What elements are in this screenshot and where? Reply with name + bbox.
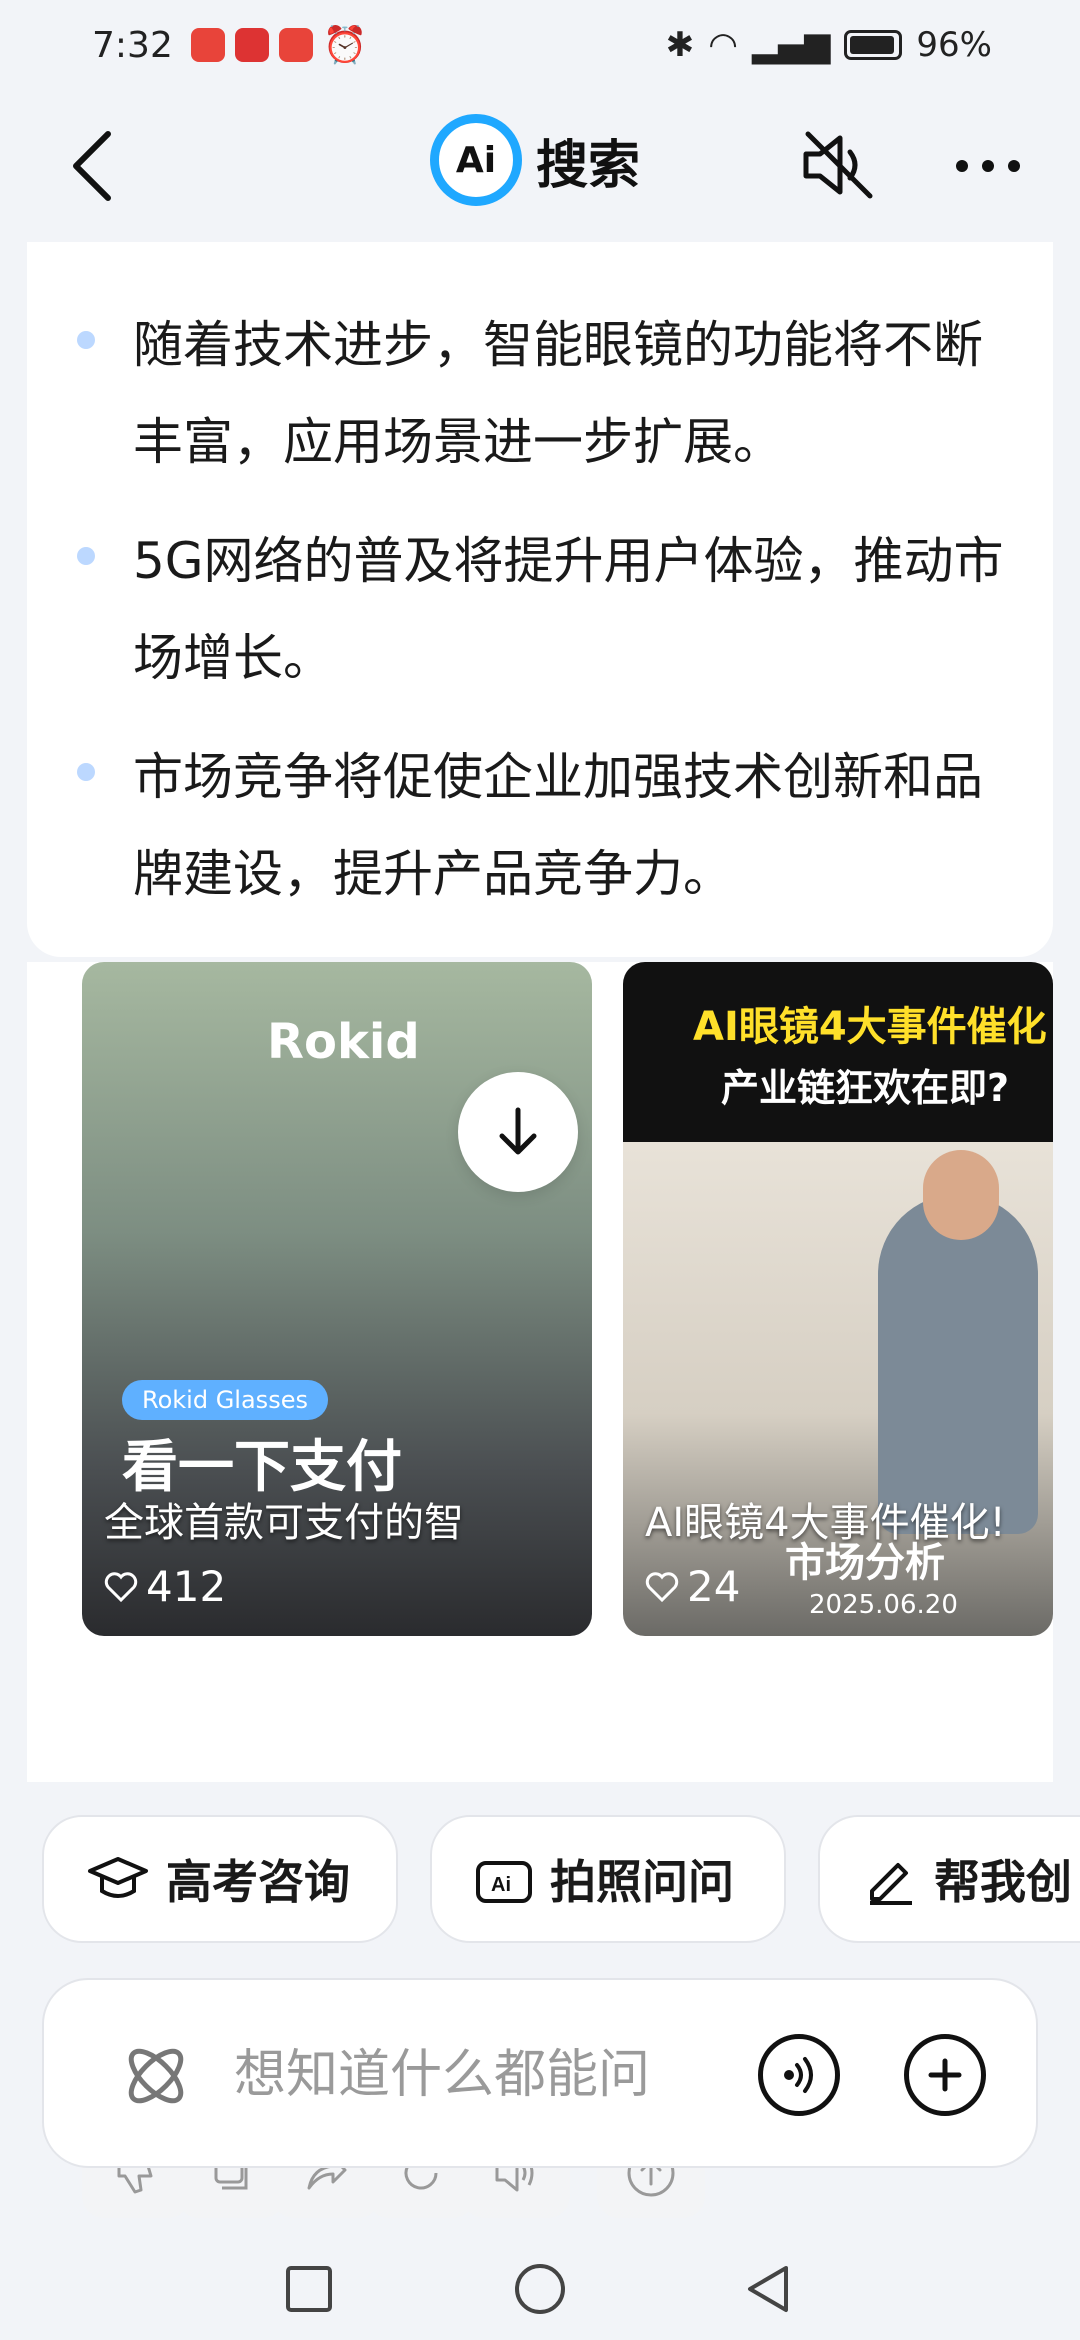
- chevron-left-icon: [73, 131, 111, 201]
- voice-button[interactable]: [758, 2034, 840, 2116]
- back-button[interactable]: [60, 128, 130, 204]
- recent-apps-button[interactable]: [284, 2264, 334, 2314]
- list-item: 市场竞争将促使企业加强技术创新和品牌建设，提升产品竞争力。: [77, 729, 1013, 923]
- video-banner: [623, 962, 1053, 1142]
- header: Ai 搜索: [0, 100, 1080, 230]
- mute-button[interactable]: [800, 130, 876, 200]
- video-brand: Rokid: [267, 1014, 420, 1070]
- voice-wave-icon: [784, 2057, 813, 2093]
- speaker-muted-icon: [803, 131, 873, 199]
- bullet-text: 5G网络的普及将提升用户体验，推动市场增长。: [133, 532, 1004, 687]
- list-item: 随着技术进步，智能眼镜的功能将不断丰富，应用场景进一步扩展。: [77, 297, 1013, 491]
- video-headline: AI眼镜4大事件催化: [693, 1004, 1047, 1050]
- svg-text:Ai: Ai: [491, 1874, 511, 1896]
- add-button[interactable]: [904, 2034, 986, 2116]
- brand: Ai 搜索: [430, 114, 640, 206]
- chip-photo-ask[interactable]: Ai 拍照问问: [430, 1815, 786, 1943]
- more-icon: [956, 160, 1020, 172]
- like-count: 412: [146, 1562, 227, 1611]
- graduation-cap-icon: [88, 1857, 148, 1898]
- notification-icon: [234, 28, 269, 62]
- chip-label: 帮我创: [934, 1855, 1072, 1909]
- home-button[interactable]: [513, 2262, 567, 2316]
- list-item: 5G网络的普及将提升用户体验，推动市场增长。: [77, 513, 1013, 707]
- bullet-text: 随着技术进步，智能眼镜的功能将不断丰富，应用场景进一步扩展。: [133, 316, 983, 471]
- ai-logo-icon: Ai: [430, 114, 522, 206]
- heart-icon: [104, 1571, 138, 1602]
- video-likes: 24: [645, 1562, 740, 1611]
- arrow-down-icon: [499, 1107, 537, 1155]
- status-right: ✱ ◠ ▂▄▆ 96%: [666, 25, 992, 65]
- video-card[interactable]: Rokid Rokid Glasses 看一下支付 全球首款可支付的智 412: [82, 962, 592, 1636]
- alarm-icon: ⏰: [322, 25, 368, 66]
- bullet-icon: [77, 763, 95, 781]
- thumbnail-person-head: [923, 1150, 999, 1240]
- chat-input-bar: [42, 1978, 1038, 2168]
- status-time: 7:32: [92, 24, 173, 66]
- wifi-icon: ◠: [708, 25, 738, 65]
- bullet-icon: [77, 331, 95, 349]
- thumbnail-person: [878, 1194, 1038, 1534]
- chip-label: 高考咨询: [166, 1855, 350, 1909]
- pen-icon: [870, 1863, 912, 1905]
- back-nav-button[interactable]: [742, 2262, 796, 2316]
- signal-icon: ▂▄▆: [751, 25, 831, 65]
- search-input[interactable]: [234, 2030, 754, 2120]
- status-left: 7:32 ⏰: [92, 24, 368, 67]
- notification-icon: [278, 28, 313, 62]
- video-likes: 412: [104, 1562, 226, 1611]
- bluetooth-icon: ✱: [665, 25, 695, 65]
- bullet-icon: [77, 547, 95, 565]
- more-button[interactable]: [950, 146, 1026, 186]
- scroll-down-button[interactable]: [458, 1072, 578, 1192]
- battery-percent: 96%: [916, 25, 992, 65]
- video-date: 2025.06.20: [809, 1590, 958, 1620]
- notification-icon: [190, 28, 225, 62]
- chip-create[interactable]: 帮我创: [818, 1815, 1080, 1943]
- answer-card: 随着技术进步，智能眼镜的功能将不断丰富，应用场景进一步扩展。 5G网络的普及将提…: [27, 242, 1053, 957]
- video-tag: Rokid Glasses: [122, 1380, 328, 1420]
- chip-gaokao[interactable]: 高考咨询: [42, 1815, 398, 1943]
- camera-ai-icon: Ai: [476, 1861, 532, 1903]
- video-card[interactable]: AI眼镜4大事件催化 产业链狂欢在即? AI眼镜4大事件催化! 市场分析 202…: [623, 962, 1053, 1636]
- chip-label: 拍照问问: [550, 1855, 734, 1909]
- page-title: 搜索: [536, 135, 641, 196]
- status-bar: 7:32 ⏰ ✱ ◠ ▂▄▆ 96%: [0, 0, 1080, 90]
- atom-icon[interactable]: [116, 2036, 196, 2116]
- heart-icon: [645, 1571, 679, 1602]
- system-nav-bar: [0, 2240, 1080, 2340]
- plus-icon: [928, 2058, 962, 2092]
- video-headline-sub: 产业链狂欢在即?: [721, 1066, 1010, 1110]
- video-subtitle: 市场分析: [785, 1540, 945, 1586]
- battery-icon: [844, 30, 903, 60]
- video-caption: 全球首款可支付的智: [104, 1500, 464, 1546]
- bullet-text: 市场竞争将促使企业加强技术创新和品牌建设，提升产品竞争力。: [133, 748, 983, 903]
- like-count: 24: [687, 1562, 741, 1611]
